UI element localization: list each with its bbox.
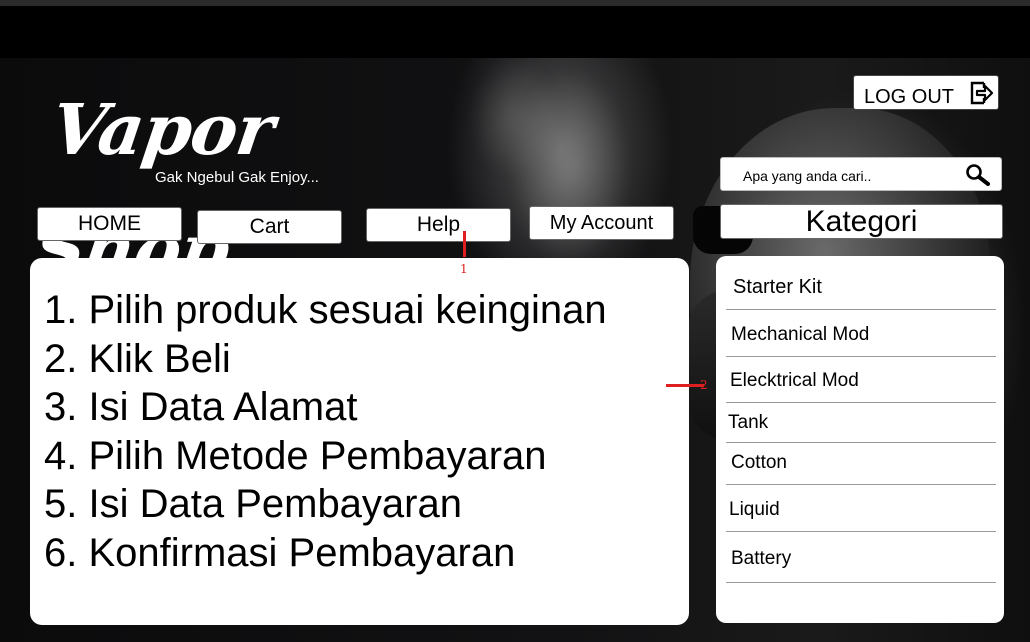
kategori-item-liquid[interactable]: Liquid <box>726 499 996 532</box>
annotation-number: 1 <box>460 262 468 276</box>
help-step: 3. Isi Data Alamat <box>44 385 358 429</box>
annotation-marker-line <box>463 231 466 257</box>
search-icon[interactable] <box>965 163 991 192</box>
help-steps-list: 1. Pilih produk sesuai keinginan 2. Klik… <box>44 286 607 577</box>
search-box[interactable] <box>720 157 1002 191</box>
logout-icon <box>968 80 994 111</box>
nav-account-button[interactable]: My Account <box>529 206 674 240</box>
kategori-item-cotton[interactable]: Cotton <box>726 452 996 485</box>
kategori-item-battery[interactable]: Battery <box>726 548 996 583</box>
kategori-header: Kategori <box>720 204 1003 239</box>
kategori-item-starter-kit[interactable]: Starter Kit <box>726 276 996 310</box>
logout-label: LOG OUT <box>864 86 955 108</box>
kategori-panel: Starter Kit Mechanical Mod Elecktrical M… <box>716 256 1004 623</box>
nav-home-button[interactable]: HOME <box>37 207 182 241</box>
logout-button[interactable]: LOG OUT <box>853 75 999 110</box>
kategori-item-mechanical-mod[interactable]: Mechanical Mod <box>726 324 996 357</box>
nav-cart-button[interactable]: Cart <box>197 210 342 244</box>
annotation-marker-line <box>666 384 704 387</box>
top-black-bar <box>0 6 1030 58</box>
smoke-decoration <box>470 58 560 178</box>
help-step: 1. Pilih produk sesuai keinginan <box>44 288 607 332</box>
help-step: 4. Pilih Metode Pembayaran <box>44 433 547 478</box>
kategori-item-electrical-mod[interactable]: Elecktrical Mod <box>726 370 996 403</box>
kategori-item-tank[interactable]: Tank <box>726 412 996 443</box>
help-step: 6. Konfirmasi Pembayaran <box>44 530 516 575</box>
tagline: Gak Ngebul Gak Enjoy... <box>155 169 319 186</box>
help-content-panel: 1. Pilih produk sesuai keinginan 2. Klik… <box>30 258 689 625</box>
help-step: 5. Isi Data Pembayaran <box>44 482 462 526</box>
help-step: 2. Klik Beli <box>44 336 231 381</box>
annotation-number: 2 <box>700 378 708 392</box>
search-input[interactable] <box>741 165 965 187</box>
nav-help-button[interactable]: Help <box>366 208 511 242</box>
